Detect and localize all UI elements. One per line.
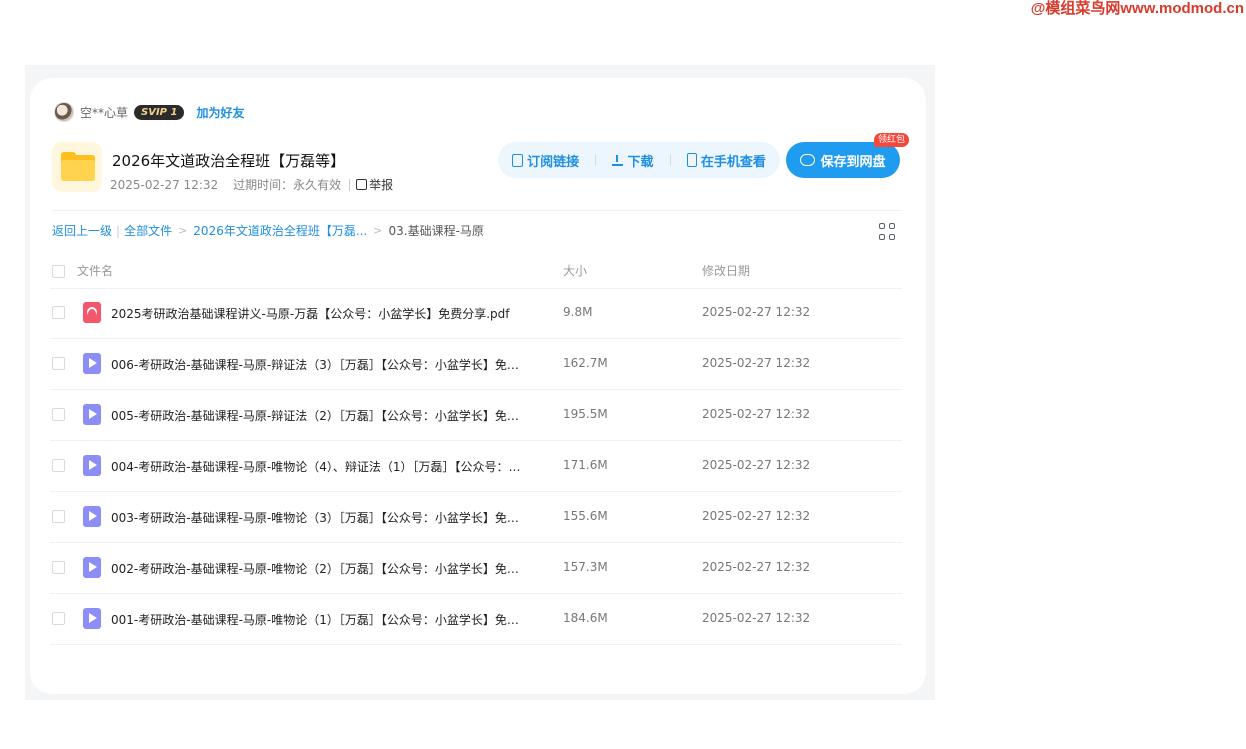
file-name[interactable]: 006-考研政治-基础课程-马原-辩证法（3）［万磊］【公众号：小盆学长】免费分… — [111, 356, 526, 373]
save-to-disk-button[interactable]: 保存到网盘 — [786, 142, 900, 178]
download-icon — [612, 154, 624, 166]
file-date: 2025-02-27 12:32 — [702, 611, 811, 625]
meta-divider — [349, 178, 351, 191]
share-card: 空**心草 SVIP 1 加为好友 2026年文道政治全程班【万磊等】 2025… — [30, 78, 926, 694]
expire-value: 永久有效 — [293, 178, 342, 192]
file-size: 162.7M — [563, 356, 608, 370]
watermark-text: @模组菜鸟网www.modmod.cn — [1030, 0, 1244, 17]
table-row[interactable]: 001-考研政治-基础课程-马原-唯物论（1）［万磊］【公众号：小盆学长】免费分… — [50, 594, 902, 645]
chevron-right-icon: > — [178, 224, 188, 237]
row-checkbox[interactable] — [52, 357, 65, 370]
file-size: 157.3M — [563, 560, 608, 574]
file-size: 171.6M — [563, 458, 608, 472]
red-packet-badge[interactable]: 领红包 — [874, 133, 910, 147]
owner-row: 空**心草 SVIP 1 加为好友 — [54, 102, 244, 122]
file-name[interactable]: 2025考研政治基础课程讲义-马原-万磊【公众号：小盆学长】免费分享.pdf — [111, 305, 526, 322]
phone-icon — [686, 153, 697, 167]
file-date: 2025-02-27 12:32 — [702, 509, 811, 523]
view-on-phone-label: 在手机查看 — [700, 154, 766, 170]
breadcrumb-current: 03.基础课程-马原 — [388, 224, 484, 238]
file-name[interactable]: 005-考研政治-基础课程-马原-辩证法（2）［万磊］【公众号：小盆学长】免费分… — [111, 407, 526, 424]
chevron-right-icon: > — [373, 224, 383, 237]
table-row[interactable]: 004-考研政治-基础课程-马原-唯物论（4）、辩证法（1）［万磊］【公众号：小… — [50, 441, 902, 492]
file-date: 2025-02-27 12:32 — [702, 458, 811, 472]
column-header-date[interactable]: 修改日期 — [702, 262, 750, 279]
breadcrumb-all-files[interactable]: 全部文件 — [124, 222, 172, 239]
bookmark-icon — [512, 153, 524, 167]
download-label: 下载 — [627, 154, 654, 170]
header-divider — [52, 210, 902, 211]
share-meta: 2025-02-27 12:32 过期时间： 永久有效 举报 — [110, 176, 393, 193]
report-icon — [356, 179, 368, 190]
row-checkbox[interactable] — [52, 510, 65, 523]
video-file-icon — [83, 608, 101, 629]
share-date: 2025-02-27 12:32 — [110, 177, 219, 192]
row-checkbox[interactable] — [52, 408, 65, 421]
pdf-file-icon — [83, 302, 101, 323]
column-header-size[interactable]: 大小 — [563, 262, 587, 279]
row-checkbox[interactable] — [52, 612, 65, 625]
video-file-icon — [83, 455, 101, 476]
table-row[interactable]: 003-考研政治-基础课程-马原-唯物论（3）［万磊］【公众号：小盆学长】免费分… — [50, 492, 902, 543]
table-row[interactable]: 002-考研政治-基础课程-马原-唯物论（2）［万磊］【公众号：小盆学长】免费分… — [50, 543, 902, 594]
owner-name[interactable]: 空**心草 — [80, 104, 128, 121]
file-date: 2025-02-27 12:32 — [702, 356, 811, 370]
select-all-checkbox[interactable] — [52, 265, 65, 278]
file-name[interactable]: 003-考研政治-基础课程-马原-唯物论（3）［万磊］【公众号：小盆学长】免费分… — [111, 509, 526, 526]
add-friend-link[interactable]: 加为好友 — [196, 104, 244, 121]
grid-view-icon[interactable] — [879, 223, 897, 241]
file-size: 184.6M — [563, 611, 608, 625]
svip-badge: SVIP 1 — [134, 104, 185, 120]
report-label: 举报 — [369, 178, 394, 192]
file-name[interactable]: 001-考研政治-基础课程-马原-唯物论（1）［万磊］【公众号：小盆学长】免费分… — [111, 611, 526, 628]
share-title: 2026年文道政治全程班【万磊等】 — [112, 152, 346, 170]
file-list: 2025考研政治基础课程讲义-马原-万磊【公众号：小盆学长】免费分享.pdf 9… — [50, 288, 902, 645]
download-button[interactable]: 下载 — [612, 151, 654, 170]
cloud-upload-icon — [800, 154, 816, 166]
breadcrumb: 返回上一级 | 全部文件 > 2026年文道政治全程班【万磊... > 03.基… — [52, 222, 484, 239]
breadcrumb-back[interactable]: 返回上一级 — [52, 222, 112, 239]
save-label: 保存到网盘 — [820, 154, 886, 170]
user-avatar-icon[interactable] — [54, 102, 74, 122]
row-checkbox[interactable] — [52, 561, 65, 574]
breadcrumb-folder[interactable]: 2026年文道政治全程班【万磊... — [193, 222, 367, 239]
video-file-icon — [83, 404, 101, 425]
table-row[interactable]: 005-考研政治-基础课程-马原-辩证法（2）［万磊］【公众号：小盆学长】免费分… — [50, 390, 902, 441]
video-file-icon — [83, 353, 101, 374]
column-header-name[interactable]: 文件名 — [77, 262, 113, 279]
file-size: 155.6M — [563, 509, 608, 523]
file-date: 2025-02-27 12:32 — [702, 305, 811, 319]
file-date: 2025-02-27 12:32 — [702, 560, 811, 574]
row-checkbox[interactable] — [52, 459, 65, 472]
subscribe-link-button[interactable]: 订阅链接 — [512, 151, 579, 170]
row-checkbox[interactable] — [52, 306, 65, 319]
subscribe-label: 订阅链接 — [527, 154, 580, 170]
table-row[interactable]: 006-考研政治-基础课程-马原-辩证法（3）［万磊］【公众号：小盆学长】免费分… — [50, 339, 902, 390]
folder-icon — [52, 142, 102, 192]
file-size: 9.8M — [563, 305, 593, 319]
video-file-icon — [83, 557, 101, 578]
expire-label: 过期时间： — [233, 178, 294, 192]
file-name[interactable]: 002-考研政治-基础课程-马原-唯物论（2）［万磊］【公众号：小盆学长】免费分… — [111, 560, 526, 577]
view-on-phone-button[interactable]: 在手机查看 — [686, 151, 766, 170]
action-group: 订阅链接 下载 在手机查看 — [498, 142, 780, 178]
table-header: 文件名 大小 修改日期 — [50, 260, 902, 289]
video-file-icon — [83, 506, 101, 527]
file-size: 195.5M — [563, 407, 608, 421]
table-row[interactable]: 2025考研政治基础课程讲义-马原-万磊【公众号：小盆学长】免费分享.pdf 9… — [50, 288, 902, 339]
report-button[interactable]: 举报 — [356, 176, 393, 193]
file-name[interactable]: 004-考研政治-基础课程-马原-唯物论（4）、辩证法（1）［万磊］【公众号：小… — [111, 458, 526, 475]
file-date: 2025-02-27 12:32 — [702, 407, 811, 421]
